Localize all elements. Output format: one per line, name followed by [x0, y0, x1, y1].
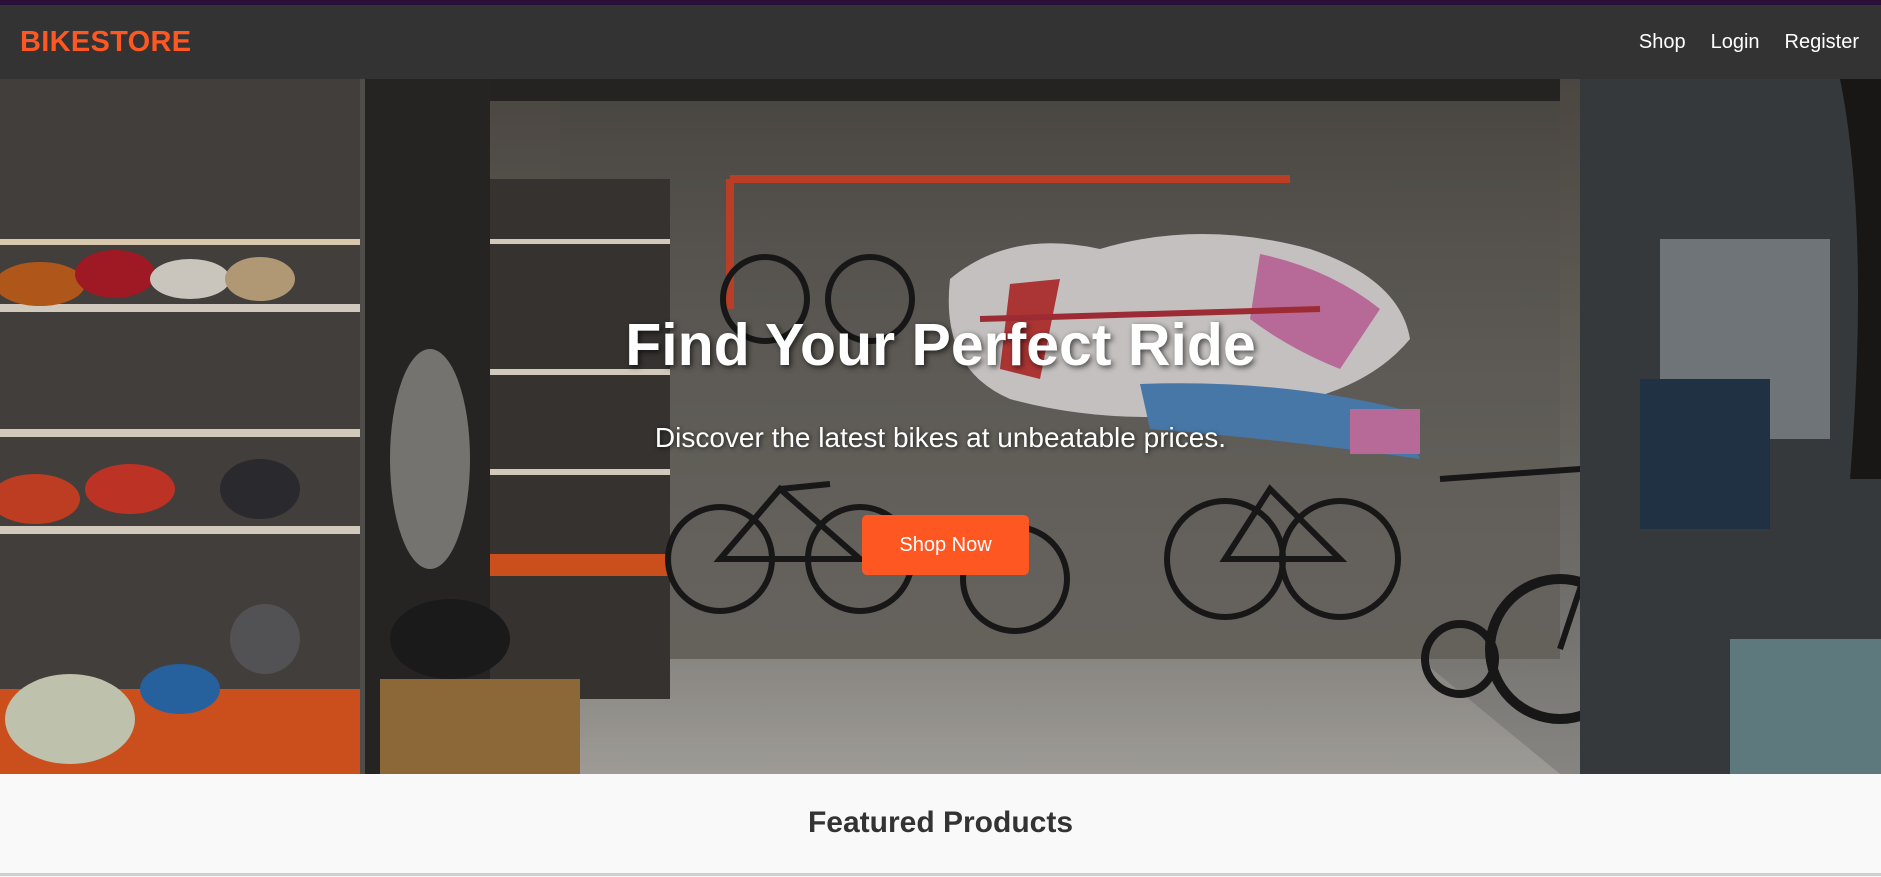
- navbar: BIKESTORE Shop Login Register: [0, 5, 1881, 79]
- hero-section: Find Your Perfect Ride Discover the late…: [0, 79, 1881, 774]
- featured-products-section: Featured Products: [0, 774, 1881, 877]
- nav-link-shop[interactable]: Shop: [1639, 31, 1686, 54]
- nav-links: Shop Login Register: [1639, 31, 1859, 54]
- nav-link-login[interactable]: Login: [1711, 31, 1760, 54]
- section-divider: [0, 873, 1881, 876]
- hero-title: Find Your Perfect Ride: [625, 312, 1256, 378]
- nav-link-register[interactable]: Register: [1785, 31, 1859, 54]
- hero-content: Find Your Perfect Ride Discover the late…: [0, 79, 1881, 774]
- hero-subtitle: Discover the latest bikes at unbeatable …: [654, 422, 1227, 453]
- shop-now-button[interactable]: Shop Now: [862, 515, 1029, 575]
- featured-products-heading: Featured Products: [807, 806, 1074, 839]
- brand-logo[interactable]: BIKESTORE: [20, 26, 191, 59]
